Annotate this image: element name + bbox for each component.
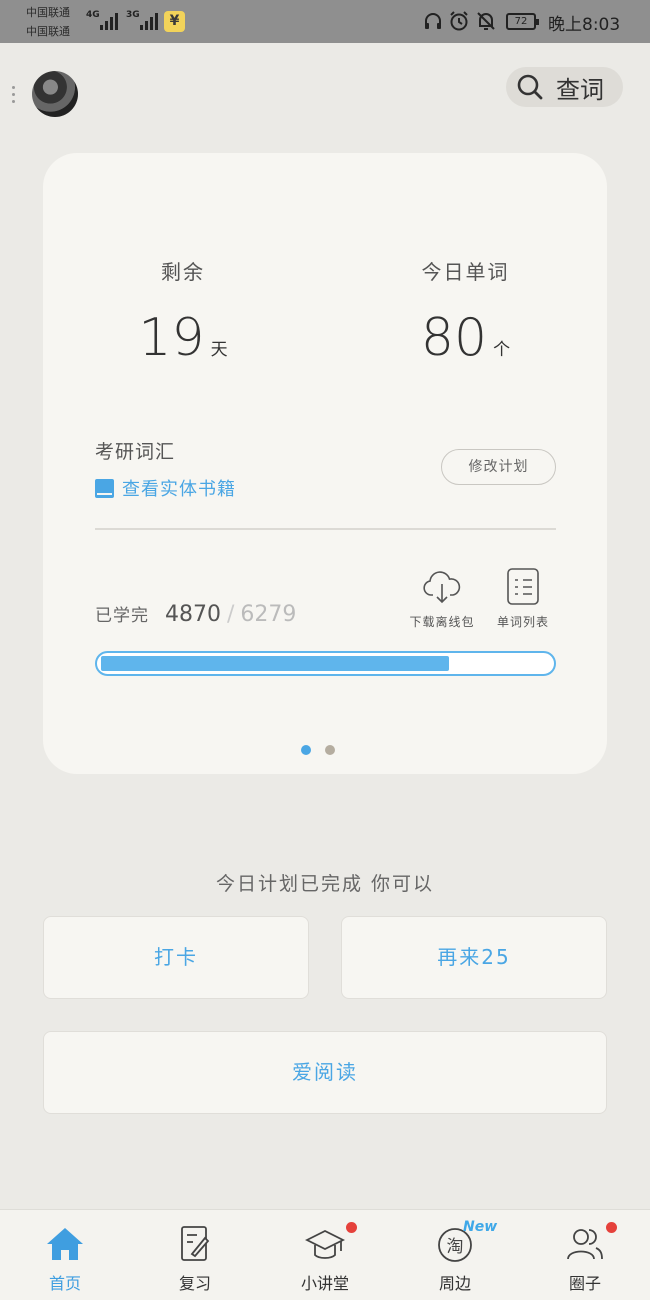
count-separator: /	[227, 602, 235, 627]
notification-dot	[606, 1222, 617, 1233]
search-word-button[interactable]: 查词	[506, 67, 623, 107]
people-icon	[567, 1229, 603, 1260]
page-dot[interactable]	[301, 745, 311, 755]
divider	[95, 528, 556, 530]
new-tag: New	[463, 1219, 498, 1235]
view-physical-book-label: 查看实体书籍	[122, 479, 236, 500]
home-icon	[47, 1228, 83, 1260]
remaining-days-unit: 天	[210, 340, 228, 360]
carrier-name-2: 中国联通	[26, 25, 70, 38]
remaining-label: 剩余	[161, 260, 205, 284]
reading-button[interactable]: 爱阅读	[43, 1031, 607, 1114]
total-count: 6279	[240, 602, 297, 627]
learned-count: 4870	[165, 602, 221, 627]
progress-fill	[101, 656, 450, 671]
card-page-indicator[interactable]	[301, 745, 335, 755]
nav-item-circle[interactable]: 圈子	[520, 1210, 650, 1300]
battery-icon: 72	[506, 13, 539, 30]
carrier-name-1: 中国联通	[26, 6, 70, 19]
learned-label: 已学完	[95, 606, 149, 626]
remaining-days-stat: 剩余 19 天	[98, 256, 268, 368]
nav-item-home[interactable]: 首页	[0, 1210, 130, 1300]
svg-text:淘: 淘	[447, 1237, 464, 1257]
today-words-value: 80	[420, 308, 488, 368]
word-list-icon	[507, 568, 539, 605]
nav-item-classroom[interactable]: 小讲堂	[260, 1210, 390, 1300]
plan-complete-message: 今日计划已完成 你可以	[215, 873, 435, 895]
study-more-button[interactable]: 再来25	[341, 916, 607, 999]
book-title: 考研词汇	[95, 441, 176, 463]
network-type-2: 3G	[126, 10, 140, 20]
learned-progress-text: 已学完 4870 / 6279	[95, 601, 296, 627]
nav-item-review[interactable]: 复习	[130, 1210, 260, 1300]
signal-bars-icon	[140, 12, 158, 30]
nav-label-merch: 周边	[438, 1274, 471, 1293]
today-words-stat: 今日单词 80 个	[378, 256, 553, 368]
cloud-download-icon	[423, 571, 461, 604]
avatar[interactable]	[32, 71, 78, 117]
alarm-icon	[450, 11, 468, 31]
bottom-nav: 首页 复习 小讲堂 淘 New 周边 圈子	[0, 1209, 650, 1300]
status-bar: 中国联通 中国联通 4G 3G ¥ 72 晚上8:03	[0, 0, 650, 43]
search-icon	[517, 74, 543, 100]
mute-bell-icon	[477, 12, 495, 30]
notification-dot	[346, 1222, 357, 1233]
status-time: 晚上8:03	[548, 15, 621, 35]
graduation-cap-icon	[305, 1229, 345, 1259]
word-list-button[interactable]: 单词列表	[487, 567, 559, 630]
book-icon	[95, 478, 114, 498]
payment-badge-icon: ¥	[164, 11, 185, 32]
nav-label-circle: 圈子	[568, 1274, 601, 1293]
nav-label-review: 复习	[178, 1274, 211, 1293]
remaining-days-value: 19	[138, 308, 205, 368]
signal-bars-icon	[100, 12, 118, 30]
check-in-button[interactable]: 打卡	[43, 916, 309, 999]
page-dot[interactable]	[325, 745, 335, 755]
menu-handle-icon[interactable]	[12, 86, 15, 103]
network-type-1: 4G	[86, 10, 100, 20]
nav-item-merch[interactable]: 淘 New 周边	[390, 1210, 520, 1300]
download-offline-label: 下载离线包	[409, 615, 475, 629]
today-words-unit: 个	[493, 340, 511, 360]
today-words-label: 今日单词	[421, 260, 510, 284]
plan-card[interactable]: 剩余 19 天 今日单词 80 个 考研词汇 查看实体书籍 修改计划 已学完 487…	[43, 153, 607, 774]
search-label: 查词	[556, 75, 604, 104]
word-list-label: 单词列表	[496, 615, 549, 629]
download-offline-button[interactable]: 下载离线包	[397, 567, 487, 630]
headphones-icon	[425, 13, 441, 29]
modify-plan-button[interactable]: 修改计划	[441, 449, 556, 485]
review-icon	[181, 1226, 210, 1261]
learning-progress-bar	[95, 651, 556, 676]
nav-label-classroom: 小讲堂	[300, 1274, 349, 1293]
nav-label-home: 首页	[48, 1274, 81, 1293]
view-physical-book-link[interactable]: 查看实体书籍	[95, 475, 236, 501]
